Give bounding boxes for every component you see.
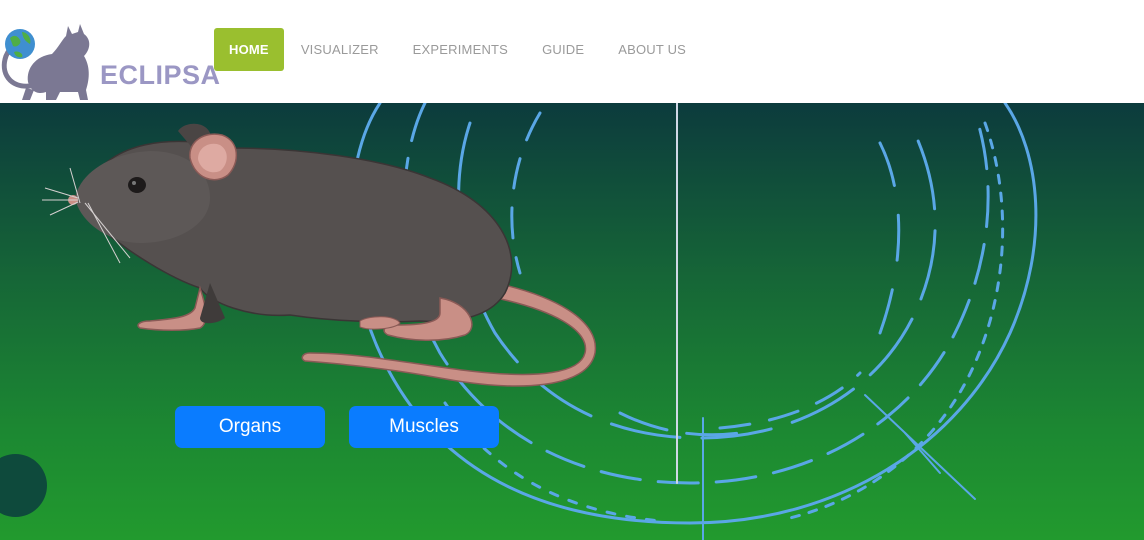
nav-visualizer[interactable]: VISUALIZER — [284, 28, 396, 71]
brand-logo[interactable]: ECLIPSA — [0, 18, 220, 102]
nav-home[interactable]: HOME — [214, 28, 284, 71]
cat-globe-logo-icon — [1, 24, 90, 100]
site-header: ECLIPSA HOME VISUALIZER EXPERIMENTS GUID… — [0, 0, 1144, 103]
nav-guide[interactable]: GUIDE — [525, 28, 601, 71]
brand-name: ECLIPSA — [100, 60, 221, 90]
muscles-button[interactable]: Muscles — [349, 406, 499, 448]
nav-about-us[interactable]: ABOUT US — [601, 28, 703, 71]
nav-experiments[interactable]: EXPERIMENTS — [396, 28, 525, 71]
organs-button[interactable]: Organs — [175, 406, 325, 448]
mouse-illustration — [42, 123, 597, 387]
hero-section: Organs Muscles — [0, 103, 1144, 540]
main-nav: HOME VISUALIZER EXPERIMENTS GUIDE ABOUT … — [214, 28, 703, 71]
